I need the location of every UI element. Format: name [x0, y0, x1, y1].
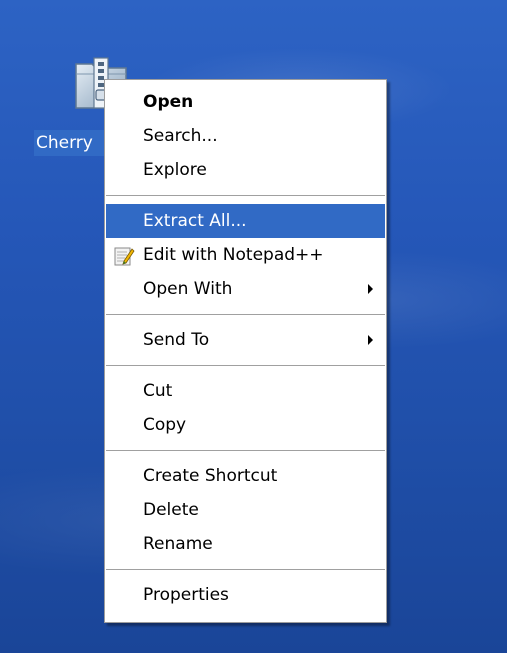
menu-item-extract-all[interactable]: Extract All...	[106, 204, 385, 238]
menu-separator	[106, 195, 385, 196]
menu-item-label: Edit with Notepad++	[143, 245, 324, 265]
menu-item-create-shortcut[interactable]: Create Shortcut	[106, 459, 385, 493]
menu-item-label: Send To	[143, 330, 210, 350]
menu-separator	[106, 365, 385, 366]
menu-item-open[interactable]: Open	[106, 85, 385, 119]
context-menu: Open Search... Explore Extract All... Ed…	[104, 79, 387, 623]
menu-item-search[interactable]: Search...	[106, 119, 385, 153]
menu-item-send-to[interactable]: Send To	[106, 323, 385, 357]
menu-separator	[106, 569, 385, 570]
submenu-arrow-icon	[368, 284, 373, 294]
menu-separator	[106, 314, 385, 315]
notepad-plus-plus-icon	[114, 247, 135, 266]
menu-item-rename[interactable]: Rename	[106, 527, 385, 561]
submenu-arrow-icon	[368, 335, 373, 345]
menu-item-delete[interactable]: Delete	[106, 493, 385, 527]
menu-item-properties[interactable]: Properties	[106, 578, 385, 612]
menu-item-explore[interactable]: Explore	[106, 153, 385, 187]
menu-item-open-with[interactable]: Open With	[106, 272, 385, 306]
desktop-icon-label: Cherry	[34, 130, 107, 156]
menu-item-edit-with-notepad[interactable]: Edit with Notepad++	[106, 238, 385, 272]
menu-item-copy[interactable]: Copy	[106, 408, 385, 442]
menu-separator	[106, 450, 385, 451]
menu-item-cut[interactable]: Cut	[106, 374, 385, 408]
menu-item-label: Open With	[143, 279, 233, 299]
